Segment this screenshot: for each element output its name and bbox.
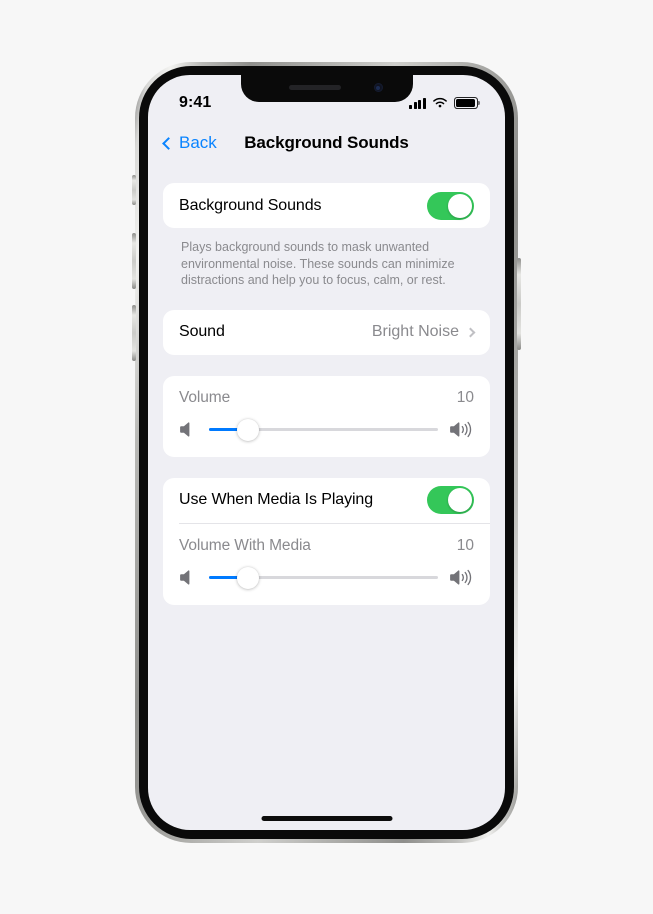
speaker-high-icon	[450, 421, 472, 438]
background-sounds-row[interactable]: Background Sounds	[163, 183, 490, 228]
use-when-media-row[interactable]: Use When Media Is Playing	[163, 478, 490, 523]
status-bar-time: 9:41	[179, 94, 212, 111]
volume-slider-block: Volume 10	[163, 376, 490, 457]
silent-switch-button[interactable]	[132, 175, 136, 205]
sound-selection-card: Sound Bright Noise	[163, 309, 490, 355]
media-card: Use When Media Is Playing Volume With Me…	[163, 477, 490, 605]
toggle-knob	[448, 193, 472, 218]
back-button[interactable]: Back	[162, 133, 217, 153]
speaker-low-icon	[180, 570, 190, 585]
power-button[interactable]	[517, 258, 521, 350]
background-sounds-card: Background Sounds	[163, 183, 490, 228]
navigation-bar: Back Background Sounds	[148, 121, 505, 165]
speaker-high-icon	[450, 569, 472, 586]
volume-slider-thumb[interactable]	[236, 418, 259, 441]
cellular-signal-icon	[409, 97, 426, 109]
sound-value-group: Bright Noise	[371, 323, 476, 341]
volume-with-media-value: 10	[456, 536, 474, 554]
background-sounds-label: Background Sounds	[179, 196, 322, 214]
screenshot-canvas: 9:41 Back Background Sounds Background S…	[0, 0, 653, 914]
status-bar-icons	[409, 97, 481, 109]
settings-content: Background Sounds Plays background sound…	[148, 165, 505, 605]
volume-with-media-slider-block: Volume With Media 10	[163, 524, 490, 605]
volume-label: Volume	[179, 388, 231, 406]
device-notch	[240, 75, 413, 102]
wifi-icon	[433, 97, 447, 108]
use-when-media-label: Use When Media Is Playing	[179, 491, 374, 508]
background-sounds-description: Plays background sounds to mask unwanted…	[181, 240, 455, 287]
iphone-device-frame: 9:41 Back Background Sounds Background S…	[132, 62, 521, 843]
volume-up-button[interactable]	[132, 233, 136, 289]
chevron-right-icon	[465, 327, 476, 337]
earpiece-speaker	[288, 85, 341, 90]
back-button-label: Back	[179, 133, 217, 152]
front-camera-icon	[373, 83, 383, 92]
battery-full-icon	[454, 97, 481, 109]
volume-with-media-slider[interactable]	[209, 566, 438, 589]
volume-with-media-header: Volume With Media 10	[179, 537, 474, 555]
home-indicator[interactable]	[261, 816, 392, 821]
use-when-media-toggle[interactable]	[427, 486, 474, 514]
speaker-low-icon	[180, 422, 190, 437]
sound-value: Bright Noise	[371, 323, 459, 340]
volume-card: Volume 10	[163, 375, 490, 457]
background-sounds-toggle[interactable]	[427, 191, 474, 220]
phone-screen: 9:41 Back Background Sounds Background S…	[148, 75, 505, 830]
volume-value: 10	[456, 388, 474, 406]
volume-down-button[interactable]	[132, 305, 136, 361]
toggle-knob	[448, 488, 472, 512]
sound-label: Sound	[179, 323, 225, 340]
chevron-left-icon	[162, 136, 175, 150]
volume-with-media-slider-thumb[interactable]	[236, 566, 259, 589]
volume-slider[interactable]	[209, 418, 438, 441]
volume-with-media-label: Volume With Media	[179, 536, 311, 554]
sound-row[interactable]: Sound Bright Noise	[163, 310, 490, 355]
volume-slider-row	[179, 418, 474, 441]
volume-with-media-slider-row	[179, 566, 474, 589]
volume-header: Volume 10	[179, 389, 474, 407]
